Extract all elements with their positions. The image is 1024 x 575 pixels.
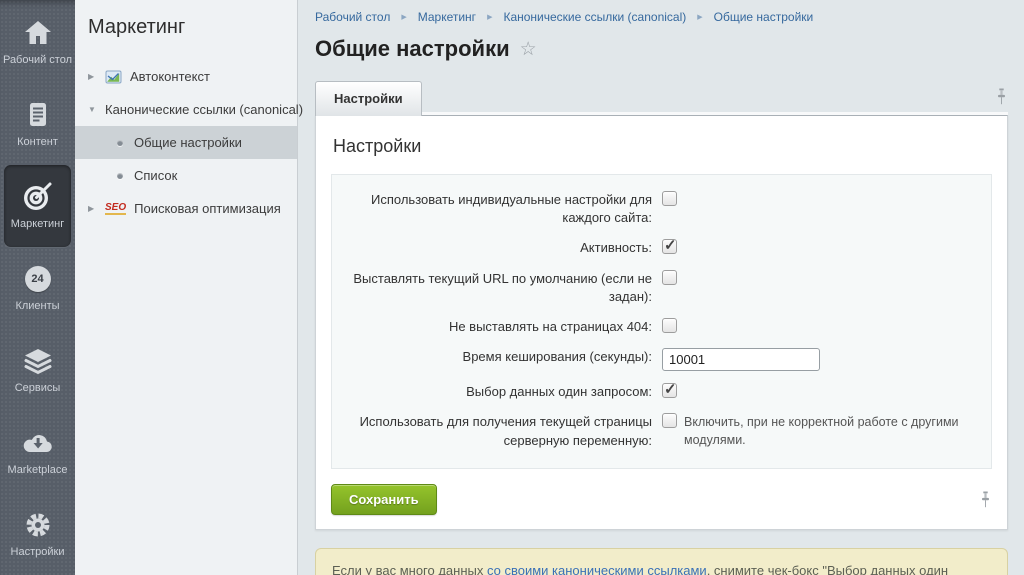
menu-item-label: Автоконтекст: [130, 69, 210, 84]
breadcrumb-separator-icon: ▶: [487, 13, 492, 21]
sidebar-item-label: Настройки: [11, 546, 65, 560]
sidebar-item-label: Marketplace: [8, 464, 68, 478]
cache-time-input[interactable]: [662, 348, 820, 371]
form-row-single-query: Выбор данных один запросом: ✓: [332, 383, 991, 401]
sidebar-item-desktop[interactable]: Рабочий стол: [0, 1, 75, 83]
checkbox-activity[interactable]: ✓: [662, 239, 677, 254]
clients-24-badge: 24: [25, 266, 51, 292]
form-row-404-pages: Не выставлять на страницах 404:: [332, 318, 991, 336]
cloud-download-icon: [21, 427, 55, 459]
layers-icon: [22, 345, 54, 377]
target-icon: [21, 181, 55, 213]
canonical-links-link[interactable]: со своими каноническими ссылками: [487, 563, 707, 575]
sidebar-item-content[interactable]: Контент: [0, 83, 75, 165]
field-label: Использовать для получения текущей стран…: [332, 413, 662, 449]
menu-item-label: Список: [134, 168, 177, 183]
note-text: Если у вас много данных: [332, 563, 487, 575]
form-row-individual-settings: Использовать индивидуальные настройки дл…: [332, 191, 991, 227]
pin-icon[interactable]: [995, 88, 1008, 109]
bullet-icon: [117, 173, 123, 179]
form-row-default-url: Выставлять текущий URL по умолчанию (есл…: [332, 270, 991, 306]
field-label: Использовать индивидуальные настройки дл…: [332, 191, 662, 227]
breadcrumb-link-desktop[interactable]: Рабочий стол: [315, 10, 390, 24]
form-row-server-variable: Использовать для получения текущей стран…: [332, 413, 991, 449]
menu-title: Маркетинг: [75, 0, 297, 60]
info-note: Если у вас много данных со своими канони…: [315, 548, 1008, 575]
checkbox-404-pages[interactable]: [662, 318, 677, 333]
breadcrumb-link-marketing[interactable]: Маркетинг: [418, 10, 476, 24]
chevron-down-icon[interactable]: ▼: [88, 105, 97, 114]
breadcrumb-link-canonical[interactable]: Канонические ссылки (canonical): [503, 10, 686, 24]
menu-item-autocontext[interactable]: ▶ Автоконтекст: [75, 60, 297, 93]
menu-item-general-settings[interactable]: Общие настройки: [75, 126, 297, 159]
primary-sidebar: Рабочий стол Контент: [0, 0, 75, 575]
favorite-star-icon[interactable]: ☆: [520, 38, 537, 61]
checkbox-individual-settings[interactable]: [662, 191, 677, 206]
checkbox-default-url[interactable]: [662, 270, 677, 285]
sidebar-item-label: Маркетинг: [11, 218, 64, 232]
page-title-row: Общие настройки ☆: [315, 36, 1008, 62]
sidebar-item-marketplace[interactable]: Marketplace: [0, 411, 75, 493]
field-label: Выбор данных один запросом:: [332, 383, 662, 401]
breadcrumb-link-general-settings[interactable]: Общие настройки: [714, 10, 814, 24]
menu-item-list[interactable]: Список: [75, 159, 297, 192]
seo-icon: SEO: [105, 202, 126, 215]
field-label: Время кеширования (секунды):: [332, 348, 662, 366]
section-heading: Настройки: [333, 136, 992, 157]
bullet-icon: [117, 140, 123, 146]
home-icon: [23, 17, 53, 49]
sidebar-item-settings[interactable]: Настройки: [0, 493, 75, 575]
sidebar-item-label: Контент: [17, 136, 58, 150]
sidebar-item-label: Сервисы: [15, 382, 61, 396]
checkmark-icon: ✓: [664, 380, 677, 398]
pin-icon[interactable]: [979, 491, 992, 508]
autocontext-chart-icon: [105, 69, 122, 85]
breadcrumb-separator-icon: ▶: [697, 13, 702, 21]
checkbox-server-variable[interactable]: [662, 413, 677, 428]
checkmark-icon: ✓: [664, 236, 677, 254]
checkbox-single-query[interactable]: ✓: [662, 383, 677, 398]
field-label: Выставлять текущий URL по умолчанию (есл…: [332, 270, 662, 306]
menu-item-label: Общие настройки: [134, 135, 242, 150]
settings-form: Использовать индивидуальные настройки дл…: [331, 174, 992, 469]
form-actions: Сохранить: [331, 484, 992, 515]
settings-panel: Настройки Использовать индивидуальные на…: [315, 115, 1008, 530]
field-label: Не выставлять на страницах 404:: [332, 318, 662, 336]
app-root: Рабочий стол Контент: [0, 0, 1024, 575]
page-title: Общие настройки: [315, 36, 510, 62]
tab-bar: Настройки: [315, 81, 1008, 115]
form-row-cache-time: Время кеширования (секунды):: [332, 348, 991, 371]
sidebar-item-marketing[interactable]: Маркетинг: [4, 165, 71, 247]
sidebar-item-clients[interactable]: 24 Клиенты: [0, 247, 75, 329]
secondary-sidebar: Маркетинг ▶ Автоконтекст ▼ Канонические …: [75, 0, 298, 575]
tab-settings[interactable]: Настройки: [315, 81, 422, 116]
main-content: Рабочий стол ▶ Маркетинг ▶ Канонические …: [298, 0, 1024, 575]
breadcrumb-separator-icon: ▶: [401, 13, 406, 21]
chevron-right-icon[interactable]: ▶: [88, 72, 97, 81]
breadcrumb: Рабочий стол ▶ Маркетинг ▶ Канонические …: [315, 0, 1008, 24]
save-button[interactable]: Сохранить: [331, 484, 437, 515]
sidebar-item-label: Клиенты: [15, 300, 59, 314]
gear-icon: [23, 509, 53, 541]
form-row-activity: Активность: ✓: [332, 239, 991, 257]
cloud-24-icon: 24: [25, 263, 51, 295]
sidebar-item-label: Рабочий стол: [3, 54, 72, 68]
menu-item-label: Поисковая оптимизация: [134, 201, 281, 216]
menu-item-seo[interactable]: ▶ SEO Поисковая оптимизация: [75, 192, 297, 225]
field-hint: Включить, при не корректной работе с дру…: [684, 413, 991, 449]
menu-item-canonical-links[interactable]: ▼ Канонические ссылки (canonical): [75, 93, 297, 126]
field-label: Активность:: [332, 239, 662, 257]
chevron-right-icon[interactable]: ▶: [88, 204, 97, 213]
document-icon: [23, 99, 53, 131]
menu-item-label: Канонические ссылки (canonical): [105, 102, 303, 117]
sidebar-item-services[interactable]: Сервисы: [0, 329, 75, 411]
